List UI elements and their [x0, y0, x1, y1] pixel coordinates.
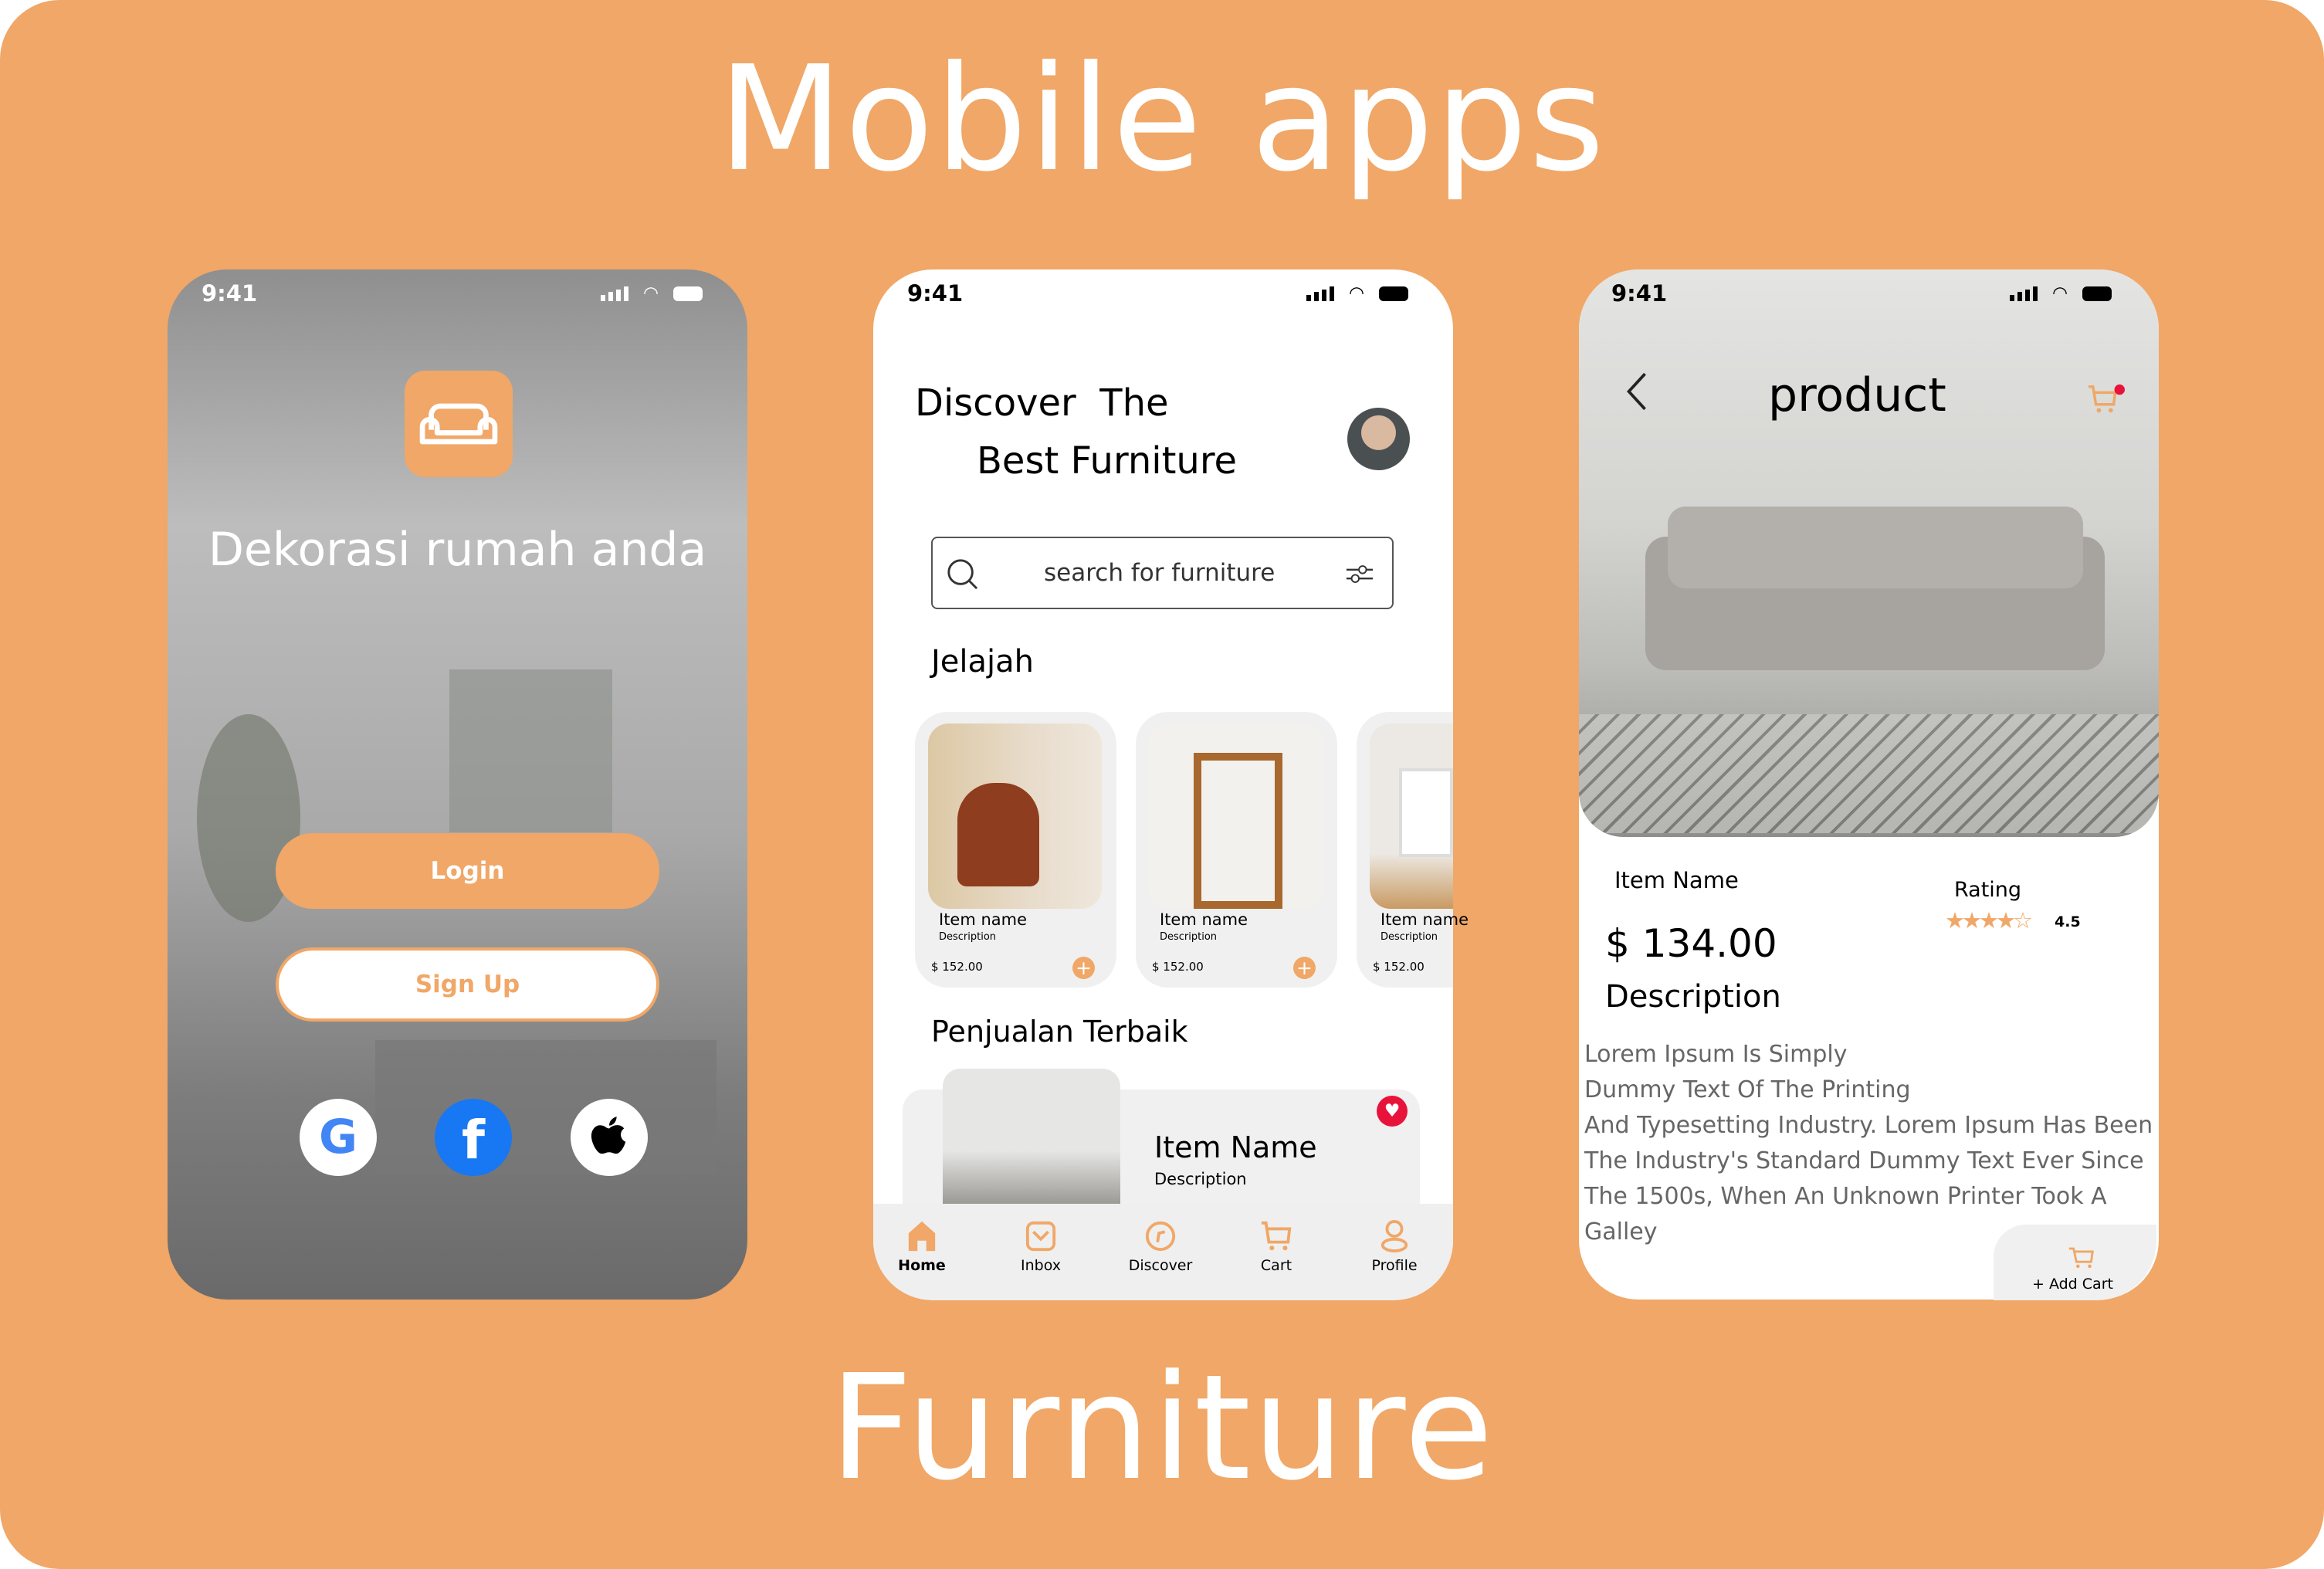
nav-cart[interactable]: Cart [1225, 1220, 1328, 1275]
product-screen [1579, 269, 2159, 1300]
cart-icon [1261, 1221, 1292, 1251]
compass-icon [1145, 1221, 1176, 1252]
description-line: Dummy Text Of The Printing [1584, 1076, 1911, 1103]
avatar[interactable] [1347, 408, 1410, 470]
search-icon [947, 559, 978, 590]
status-icons: ◠ [1306, 285, 1409, 303]
status-icons: ◠ [2010, 285, 2112, 303]
item-description: Description [939, 931, 997, 943]
status-time: 9:41 [202, 280, 258, 307]
footer-title: Furniture [828, 1344, 1496, 1513]
item-description: Description [1160, 931, 1218, 943]
add-button[interactable]: + [1072, 957, 1095, 979]
showcase-canvas: Mobile apps Furniture 9:41 ◠ Dekorasi ru… [0, 0, 2324, 1569]
product-image [1149, 724, 1323, 909]
page-title-line2: Best Furniture [977, 439, 1238, 483]
product-image [1370, 724, 1453, 909]
description-line: The 1500s, When An Unknown Printer Took … [1584, 1183, 2107, 1210]
nav-label: Profile [1371, 1257, 1418, 1274]
nav-discover[interactable]: Discover [1109, 1220, 1212, 1275]
item-price: $ 152.00 [931, 960, 983, 974]
description-line: The Industry's Standard Dummy Text Ever … [1584, 1147, 2144, 1174]
search-input[interactable]: search for furniture [931, 537, 1394, 609]
rating-stars: ★★★★☆ [1945, 907, 2033, 934]
home-icon [908, 1221, 936, 1252]
cart-icon [2068, 1247, 2094, 1269]
login-button[interactable]: Login [276, 833, 659, 909]
nav-home[interactable]: Home [870, 1220, 974, 1275]
rating-value: 4.5 [2055, 913, 2081, 930]
product-card[interactable]: Item name Description $ 152.00 + [915, 712, 1116, 988]
cart-icon[interactable] [2087, 382, 2126, 418]
description-line: Lorem Ipsum Is Simply [1584, 1041, 1848, 1068]
profile-icon [1381, 1220, 1408, 1252]
google-icon[interactable]: G [300, 1099, 377, 1176]
item-name: Item name [939, 910, 1028, 929]
section-title-explore: Jelajah [931, 644, 1035, 679]
rating-label: Rating [1954, 878, 2022, 902]
inbox-icon [1025, 1221, 1056, 1252]
item-price: $ 152.00 [1152, 960, 1204, 974]
page-title-line1: Discover The [915, 381, 1169, 425]
search-placeholder: search for furniture [1044, 559, 1275, 587]
sofa-decor [375, 1040, 717, 1174]
description-title: Description [1605, 979, 1781, 1015]
nav-inbox[interactable]: Inbox [989, 1220, 1093, 1275]
description-line: And Typesetting Industry. Lorem Ipsum Ha… [1584, 1112, 2153, 1139]
add-button[interactable]: + [1293, 957, 1316, 979]
item-name: Item name [1160, 910, 1248, 929]
headline: Mobile apps [717, 35, 1607, 204]
item-description: Description [1381, 931, 1438, 943]
status-time: 9:41 [1611, 280, 1668, 307]
item-price: $ 152.00 [1373, 960, 1425, 974]
description-line: Galley [1584, 1218, 1658, 1245]
filter-icon[interactable] [1345, 562, 1374, 586]
best-seller-description: Description [1154, 1170, 1247, 1188]
nav-label: Inbox [1021, 1257, 1061, 1274]
back-chevron-icon[interactable] [1623, 371, 1652, 412]
item-name: Item name [1381, 910, 1469, 929]
section-title-best-selling: Penjualan Terbaik [931, 1015, 1188, 1049]
nav-label: Home [898, 1257, 946, 1274]
nav-label: Cart [1260, 1257, 1292, 1274]
page-title: product [1768, 368, 1946, 422]
facebook-icon[interactable]: f [435, 1099, 512, 1176]
window-decor [449, 669, 612, 832]
product-image [928, 724, 1102, 909]
tagline: Dekorasi rumah anda [208, 523, 707, 577]
product-hero-image [1579, 269, 2159, 837]
heart-icon[interactable]: ♥ [1377, 1096, 1408, 1127]
best-seller-name: Item Name [1154, 1130, 1317, 1164]
app-logo [405, 371, 513, 477]
product-card[interactable]: Item name Description $ 152.00 + [1136, 712, 1337, 988]
best-seller-image [943, 1069, 1120, 1205]
product-card[interactable]: Item name Description $ 152.00 [1357, 712, 1469, 988]
nav-profile[interactable]: Profile [1343, 1220, 1446, 1275]
item-name: Item Name [1614, 867, 1739, 893]
product-price: $ 134.00 [1605, 921, 1777, 966]
nav-label: Discover [1128, 1257, 1193, 1274]
sofa-icon [419, 403, 498, 445]
status-icons: ◠ [601, 285, 703, 303]
status-time: 9:41 [907, 280, 964, 307]
add-cart-label: + Add Cart [2032, 1276, 2113, 1293]
apple-icon[interactable] [571, 1099, 648, 1176]
signup-button[interactable]: Sign Up [276, 947, 659, 1022]
